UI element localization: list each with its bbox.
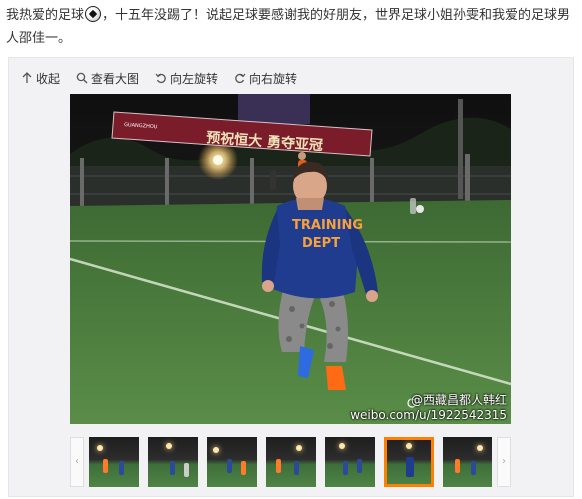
sweatshirt-line1: TRAINING	[292, 218, 363, 233]
photo-scene: GUANGZHOU 预祝恒大 勇夺亚冠 TRAINING DEPT	[70, 94, 511, 424]
thumbnail[interactable]	[325, 437, 375, 487]
main-photo[interactable]: GUANGZHOU 预祝恒大 勇夺亚冠 TRAINING DEPT @西藏昌都人…	[70, 94, 511, 424]
thumbnail[interactable]	[89, 437, 139, 487]
post-text-part1: 我热爱的足球	[6, 8, 85, 23]
watermark-handle: @西藏昌都人韩红	[410, 393, 507, 407]
arrow-up-icon	[22, 72, 32, 83]
collapse-button[interactable]: 收起	[21, 70, 60, 87]
soccer-ball-icon	[85, 6, 102, 22]
sweatshirt-line2: DEPT	[302, 236, 340, 251]
media-toolbar: 收起 查看大图 向左旋转 向右旋转	[21, 68, 297, 88]
post-text: 我热爱的足球 ，十五年没踢了！说起足球要感谢我的好朋友，世界足球小姐孙雯和我爱的足…	[6, 4, 578, 50]
media-viewer: 收起 查看大图 向左旋转 向右旋转 GUANGZHOU 预祝恒大 勇夺亚冠 TR…	[8, 57, 574, 497]
thumbnail-selected[interactable]	[384, 437, 434, 487]
thumbnail-strip: ‹ ›	[70, 435, 511, 489]
chevron-left-icon[interactable]: ‹	[70, 437, 84, 487]
rotate-right-label: 向右旋转	[249, 71, 298, 86]
collapse-label: 收起	[36, 71, 61, 86]
rotate-right-button[interactable]: 向右旋转	[234, 70, 297, 87]
rotate-left-icon	[155, 73, 166, 84]
thumbnail[interactable]	[207, 437, 257, 487]
rotate-left-button[interactable]: 向左旋转	[155, 70, 218, 87]
chevron-right-icon[interactable]: ›	[497, 437, 511, 487]
rotate-left-label: 向左旋转	[170, 71, 219, 86]
thumbnail[interactable]	[443, 437, 492, 487]
thumbnail[interactable]	[148, 437, 198, 487]
view-large-label: 查看大图	[91, 71, 140, 86]
magnifier-icon	[76, 72, 88, 84]
rotate-right-icon	[235, 73, 246, 84]
watermark-url: weibo.com/u/1922542315	[350, 408, 507, 422]
thumbnail[interactable]	[266, 437, 316, 487]
thumbnail-list	[89, 437, 492, 487]
view-large-button[interactable]: 查看大图	[76, 70, 139, 87]
